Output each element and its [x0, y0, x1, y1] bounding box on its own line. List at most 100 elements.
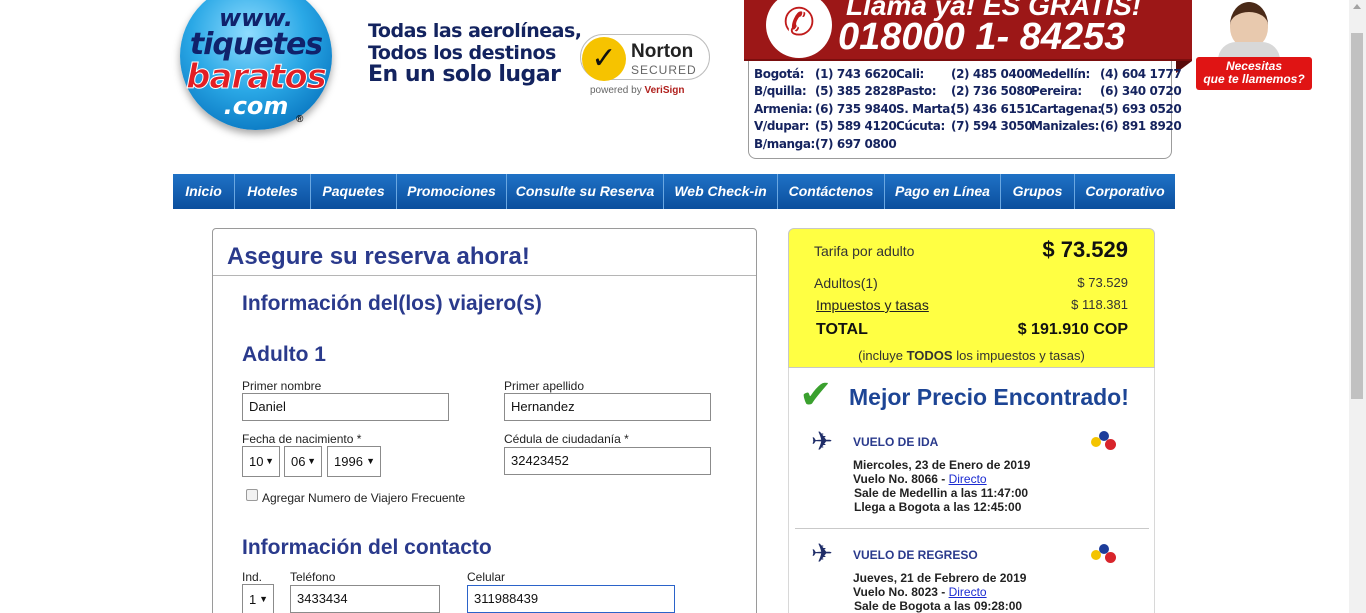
divider [213, 275, 756, 276]
frequent-flyer-checkbox[interactable] [246, 489, 258, 501]
nav-pago-en-linea[interactable]: Pago en Línea [885, 174, 1001, 209]
nav-promociones[interactable]: Promociones [397, 174, 507, 209]
frequent-flyer-label: Agregar Numero de Viajero Frecuente [262, 491, 466, 505]
ind-label: Ind. [242, 570, 263, 584]
city-phone: (5) 436 6151 [951, 101, 1033, 116]
birth-day-value: 10 [249, 454, 264, 469]
taxes-link[interactable]: Impuestos y tasas [816, 297, 929, 313]
nav-corporativo[interactable]: Corporativo [1075, 174, 1175, 209]
nav-contactenos[interactable]: Contáctenos [778, 174, 885, 209]
contact-heading: Información del contacto [242, 536, 492, 559]
scroll-up-arrow-icon[interactable] [1353, 4, 1361, 9]
verisign-text: VeriSign [644, 85, 685, 96]
outbound-direct-link[interactable]: Directo [949, 472, 987, 486]
caret-down-icon: ▼ [265, 456, 274, 466]
phone-input[interactable]: 3433434 [290, 585, 440, 613]
phone-banner: ✆ Llama ya! ES GRATIS! 018000 1- 84253 [744, 0, 1192, 61]
norton-name: Norton [631, 41, 694, 62]
norton-secured: SECURED [631, 63, 697, 77]
page-scrollbar[interactable] [1349, 0, 1366, 613]
city-phone [1100, 136, 1171, 153]
city-phone [951, 136, 1031, 153]
birth-day-select[interactable]: 10 ▼ [242, 446, 280, 477]
airline-logo-icon [1091, 431, 1117, 451]
nav-paquetes[interactable]: Paquetes [311, 174, 397, 209]
outbound-departs: Sale de Medellin a las 11:47:00 [854, 486, 1029, 500]
price-summary: Tarifa por adulto $ 73.529 Adultos(1) $ … [788, 228, 1155, 368]
ind-value: 1 [249, 592, 257, 607]
callback-widget[interactable]: Necesitas que te llamemos? [1196, 0, 1312, 90]
city-phone: (4) 604 1777 [1100, 67, 1182, 81]
last-name-input[interactable]: Hernandez [504, 393, 711, 421]
city-phone: (7) 697 0800 [815, 136, 897, 151]
last-name-label: Primer apellido [504, 379, 585, 393]
id-label: Cédula de ciudadanía * [504, 432, 629, 446]
city-phone: (2) 736 5080 [951, 84, 1033, 99]
city-name: V/dupar: [754, 119, 810, 134]
norton-badge: ✓ Norton SECURED [580, 34, 710, 81]
city-name: Medellín: [1031, 67, 1090, 81]
nav-hoteles[interactable]: Hoteles [235, 174, 311, 209]
phone-icon: ✆ [766, 0, 832, 58]
birth-month-select[interactable]: 06 ▼ [284, 446, 322, 477]
return-title: VUELO DE REGRESO [853, 548, 978, 562]
norton-secured-seal[interactable]: ✓ Norton SECURED powered by VeriSign [580, 30, 712, 100]
city-name: Pasto: [896, 84, 937, 99]
nav-consulte-reserva[interactable]: Consulte su Reserva [507, 174, 664, 209]
city-name [1031, 136, 1100, 153]
airline-logo-icon [1091, 544, 1117, 564]
phone-label: Teléfono [290, 570, 336, 584]
outbound-flight-number: Vuelo No. 8066 - [853, 472, 949, 486]
city-phone: (6) 891 8920 [1100, 119, 1182, 134]
return-flight-number: Vuelo No. 8023 - [853, 585, 949, 599]
cell-label: Celular [467, 570, 506, 584]
logo-baratos: baratos [186, 57, 328, 97]
birth-date-label: Fecha de nacimiento * [242, 432, 362, 446]
checkmark-icon: ✓ [582, 37, 626, 81]
fare-value: $ 73.529 [1042, 237, 1128, 262]
birth-month-value: 06 [291, 454, 306, 469]
main-nav: Inicio Hoteles Paquetes Promociones Cons… [173, 174, 1175, 209]
reservation-form: Asegure su reserva ahora! Información de… [212, 228, 757, 613]
city-name: Manizales: [1031, 119, 1099, 134]
city-phone: (6) 340 0720 [1100, 84, 1182, 99]
city-name: Pereira: [1031, 84, 1082, 99]
birth-year-select[interactable]: 1996 ▼ [327, 446, 381, 477]
id-input[interactable]: 32423452 [504, 447, 711, 475]
fare-label: Tarifa por adulto [814, 243, 915, 259]
return-flight: Vuelo No. 8023 - Directo [853, 585, 987, 599]
travelers-heading: Información del(los) viajero(s) [242, 292, 542, 315]
city-name: Cartagena: [1031, 101, 1102, 116]
city-name: Armenia: [754, 101, 813, 116]
powered-by-text: powered by [590, 85, 642, 96]
city-phone: (6) 735 9840 [815, 101, 897, 116]
city-name: B/quilla: [754, 84, 807, 99]
city-name [896, 136, 951, 153]
nav-inicio[interactable]: Inicio [173, 174, 235, 209]
ind-select[interactable]: 1 ▼ [242, 584, 274, 613]
return-departs: Sale de Bogota a las 09:28:00 [854, 599, 1023, 613]
nav-web-checkin[interactable]: Web Check-in [664, 174, 778, 209]
slogan-line: Todos los destinos [368, 42, 556, 64]
note-post: los impuestos y tasas) [952, 348, 1085, 363]
city-name: S. Marta: [896, 101, 955, 116]
scroll-thumb[interactable] [1351, 33, 1363, 399]
site-logo[interactable]: www. tiquetes baratos .com ® [178, 0, 334, 138]
checkmark-icon: ✔ [799, 373, 833, 417]
city-name: Cúcuta: [896, 119, 945, 134]
callback-button[interactable]: Necesitas que te llamemos? [1196, 57, 1312, 90]
phone-number: 018000 1- 84253 [838, 16, 1126, 58]
city-name: B/manga: [754, 136, 815, 151]
airplane-icon: ✈ [811, 426, 833, 456]
logo-com: .com [223, 92, 289, 120]
slogan: Todas las aerolíneas, Todos los destinos… [368, 20, 582, 86]
slogan-line: En un solo lugar [368, 62, 561, 87]
nav-grupos[interactable]: Grupos [1001, 174, 1075, 209]
form-title: Asegure su reserva ahora! [227, 243, 530, 270]
city-name: Bogotá: [754, 67, 805, 81]
cell-input[interactable]: 311988439 [467, 585, 675, 613]
city-phone: (7) 594 3050 [951, 119, 1033, 134]
first-name-input[interactable]: Daniel [242, 393, 449, 421]
registered-mark: ® [296, 114, 304, 125]
return-direct-link[interactable]: Directo [949, 585, 987, 599]
